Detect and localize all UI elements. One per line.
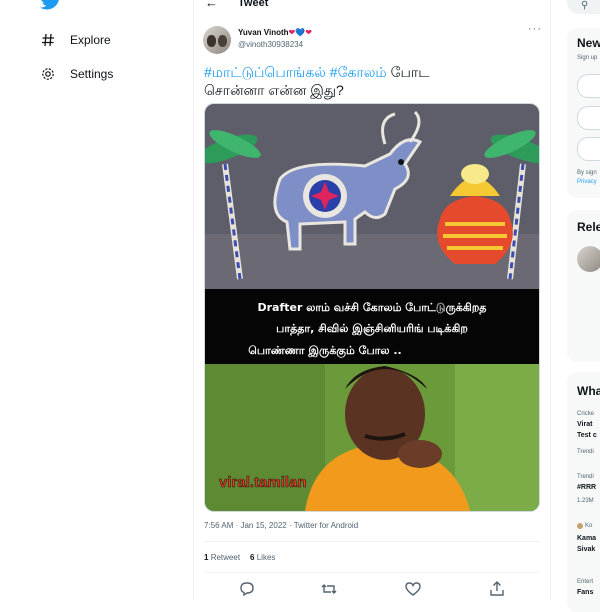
likes-stat[interactable]: 6 Likes	[250, 553, 275, 562]
twitter-bird-icon[interactable]	[40, 0, 62, 10]
trend-title[interactable]: Test c	[577, 432, 597, 439]
trend-title[interactable]: #RRR	[577, 484, 596, 491]
signup-email-button[interactable]	[577, 137, 600, 161]
divider	[204, 572, 540, 573]
signup-google-button[interactable]	[577, 74, 600, 98]
trend-title[interactable]: Virat	[577, 421, 592, 428]
page-header: ← Tweet	[205, 0, 268, 10]
gear-icon	[40, 66, 56, 82]
signup-apple-button[interactable]	[577, 106, 600, 130]
user-handle[interactable]: @vinoth30938234	[238, 40, 303, 49]
divider	[204, 541, 540, 542]
search-icon: ⚲	[581, 0, 589, 11]
signup-subtext: Sign up	[577, 55, 598, 61]
reply-icon[interactable]	[238, 580, 256, 598]
tweet-timestamp[interactable]: 7:56 AM · Jan 15, 2022 · Twitter for And…	[204, 521, 358, 530]
nav-explore[interactable]: Explore	[40, 29, 111, 51]
relevant-card-title: Rele	[577, 220, 600, 234]
meme-image: Drafter லாம் வச்சி கோலம் போட்டுருக்கிறத …	[205, 104, 539, 511]
share-icon[interactable]	[488, 580, 506, 598]
hashtag-link[interactable]: #கோலம்	[330, 64, 387, 80]
trend-title[interactable]: Sivak	[577, 546, 595, 553]
trend-category: Cricke	[577, 411, 595, 417]
display-name[interactable]: Yuvan Vinoth❤💙❤	[238, 28, 312, 37]
trend-title[interactable]: Fans	[577, 589, 593, 596]
avatar	[577, 523, 583, 529]
nav-explore-label: Explore	[70, 33, 111, 47]
like-icon[interactable]	[404, 580, 422, 598]
signup-card-title: New	[577, 36, 600, 50]
page-title: Tweet	[238, 0, 269, 9]
name-emoji: ❤💙❤	[288, 28, 312, 37]
hashtag-link[interactable]: #மாட்டுப்பொங்கல்	[204, 64, 326, 80]
trend-meta: 1.23M	[577, 498, 594, 504]
retweet-stat[interactable]: 1 Retweet	[204, 553, 240, 562]
back-arrow-icon[interactable]: ←	[205, 0, 218, 10]
nav-settings-label: Settings	[70, 67, 114, 81]
privacy-link[interactable]: Privacy	[577, 179, 597, 185]
meme-caption-line: பாத்தா, சிவில் இஞ்சினியரிங் படிக்கிற	[276, 322, 468, 336]
trend-category: Trendi	[577, 474, 594, 480]
more-options-icon[interactable]: ···	[528, 23, 542, 35]
tweet-image[interactable]: Drafter லாம் வச்சி கோலம் போட்டுருக்கிறத …	[204, 103, 540, 512]
relevant-people-card: Rele	[567, 210, 600, 362]
trend-category: Entert	[577, 579, 594, 585]
trend-category: Ko	[585, 523, 593, 529]
terms-text: By sign	[577, 170, 597, 176]
signup-card: New Sign up By sign Privacy	[567, 28, 600, 198]
hashtag-icon	[40, 32, 56, 48]
tweet-stats: 1 Retweet 6 Likes	[204, 553, 275, 562]
image-watermark: viral.tamilan	[219, 474, 307, 491]
avatar[interactable]	[577, 246, 600, 272]
search-input[interactable]: ⚲	[567, 0, 600, 14]
nav-settings[interactable]: Settings	[40, 63, 113, 85]
tweet-text: #மாட்டுப்பொங்கல் #கோலம் போட சொன்னா என்ன …	[204, 64, 430, 98]
trend-meta: Trendi	[577, 449, 594, 455]
trends-card-title: Wha	[577, 384, 600, 398]
avatar[interactable]	[203, 26, 231, 54]
trends-card: Wha Cricke Virat Test c Trendi Trendi #R…	[567, 372, 600, 612]
meme-caption-line: Drafter லாம் வச்சி கோலம் போட்டுருக்கிறத	[258, 301, 487, 315]
meme-caption-line: பொண்ணா இருக்கும் போல ..	[248, 344, 401, 359]
retweet-icon[interactable]	[320, 580, 338, 598]
trend-title[interactable]: Kama	[577, 535, 596, 542]
